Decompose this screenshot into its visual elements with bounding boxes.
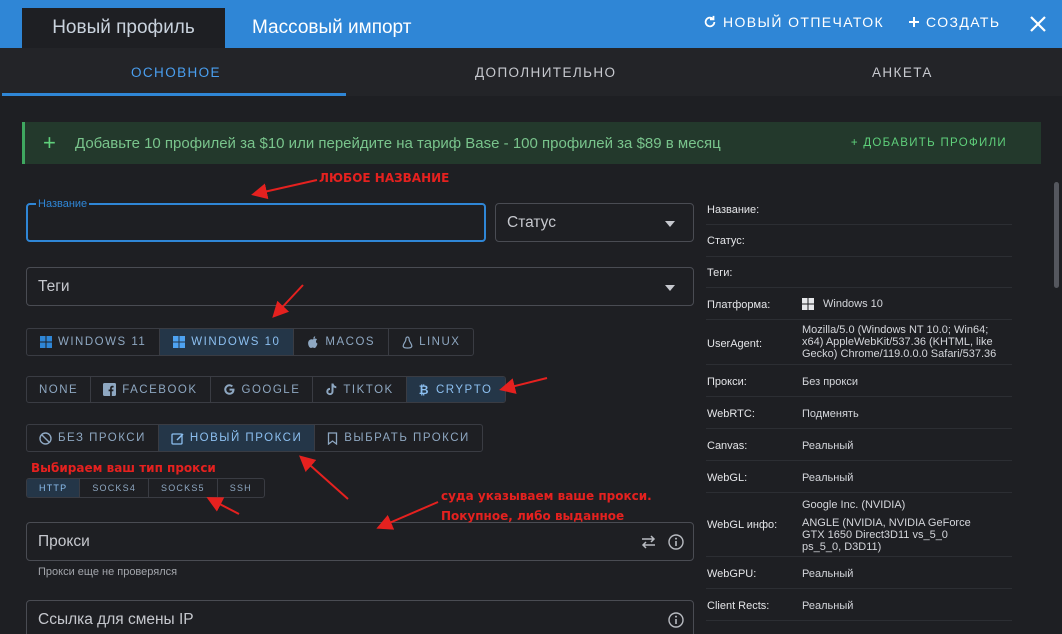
annotation-arrows xyxy=(206,179,548,530)
arrow-to-os xyxy=(272,284,304,318)
arrow-to-socks5 xyxy=(206,497,240,515)
arrow-to-crypto xyxy=(499,377,548,394)
arrow-to-proxy-input xyxy=(376,501,439,530)
arrow-to-name xyxy=(251,179,318,200)
arrow-to-new-proxy xyxy=(299,455,349,500)
profile-dialog: Новый профиль Массовый импорт НОВЫЙ ОТПЕ… xyxy=(0,0,1062,634)
